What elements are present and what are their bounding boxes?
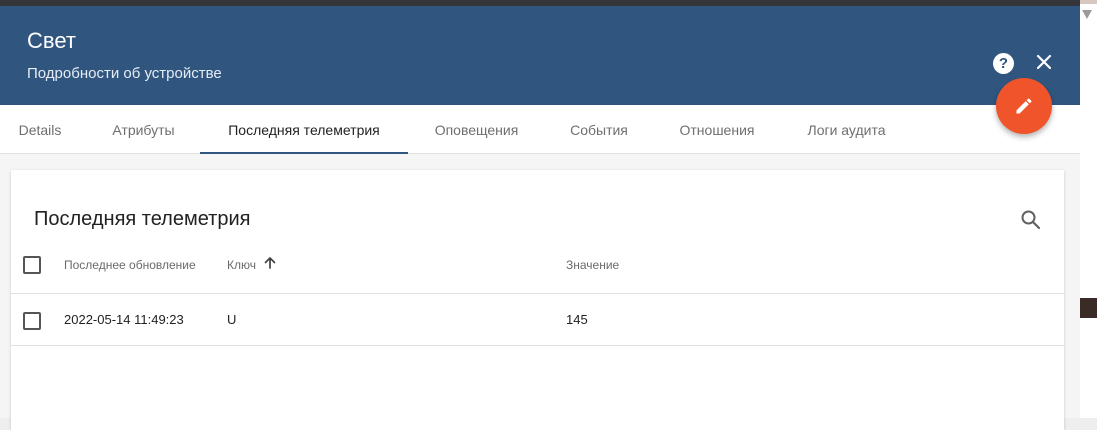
cell-last-update: 2022-05-14 11:49:23: [64, 312, 184, 327]
row-checkbox[interactable]: [23, 312, 41, 330]
page-scrollbar[interactable]: [1080, 0, 1097, 418]
telemetry-card: Последняя телеметрия Последнее обновлени…: [11, 170, 1064, 430]
select-all-checkbox[interactable]: [23, 256, 41, 274]
arrow-up-icon[interactable]: [263, 256, 277, 270]
tab-bar: Details Атрибуты Последняя телеметрия Оп…: [0, 105, 1080, 154]
background-window-strip: [1080, 298, 1097, 318]
background-window-edge: [1080, 0, 1097, 4]
card-title: Последняя телеметрия: [34, 208, 251, 230]
scroll-up-arrow-icon[interactable]: [1082, 10, 1092, 19]
search-icon[interactable]: [1019, 208, 1043, 232]
page-subtitle: Подробности об устройстве: [27, 65, 222, 82]
pencil-icon: [1016, 98, 1032, 114]
edit-button[interactable]: [996, 78, 1052, 134]
column-header-last-update[interactable]: Последнее обновление: [64, 258, 196, 272]
tab-attributes[interactable]: Атрибуты: [105, 105, 182, 153]
tab-relations[interactable]: Отношения: [673, 105, 761, 153]
page-title: Свет: [27, 28, 76, 53]
close-icon[interactable]: [1034, 52, 1054, 72]
tab-latest-telemetry[interactable]: Последняя телеметрия: [200, 105, 408, 154]
tab-alarms[interactable]: Оповещения: [428, 105, 525, 153]
row-divider: [11, 345, 1064, 346]
column-header-key[interactable]: Ключ: [227, 258, 256, 272]
cell-key: U: [227, 312, 237, 327]
tab-content: Последняя телеметрия Последнее обновлени…: [0, 154, 1080, 430]
cell-value: 145: [566, 312, 588, 327]
tab-events[interactable]: События: [565, 105, 633, 153]
column-header-value[interactable]: Значение: [566, 258, 619, 272]
tab-details[interactable]: Details: [17, 105, 63, 153]
help-icon[interactable]: ?: [993, 53, 1014, 74]
tab-audit-logs[interactable]: Логи аудита: [800, 105, 893, 153]
header-divider: [11, 293, 1064, 294]
device-details-header: Свет Подробности об устройстве ?: [0, 6, 1080, 105]
